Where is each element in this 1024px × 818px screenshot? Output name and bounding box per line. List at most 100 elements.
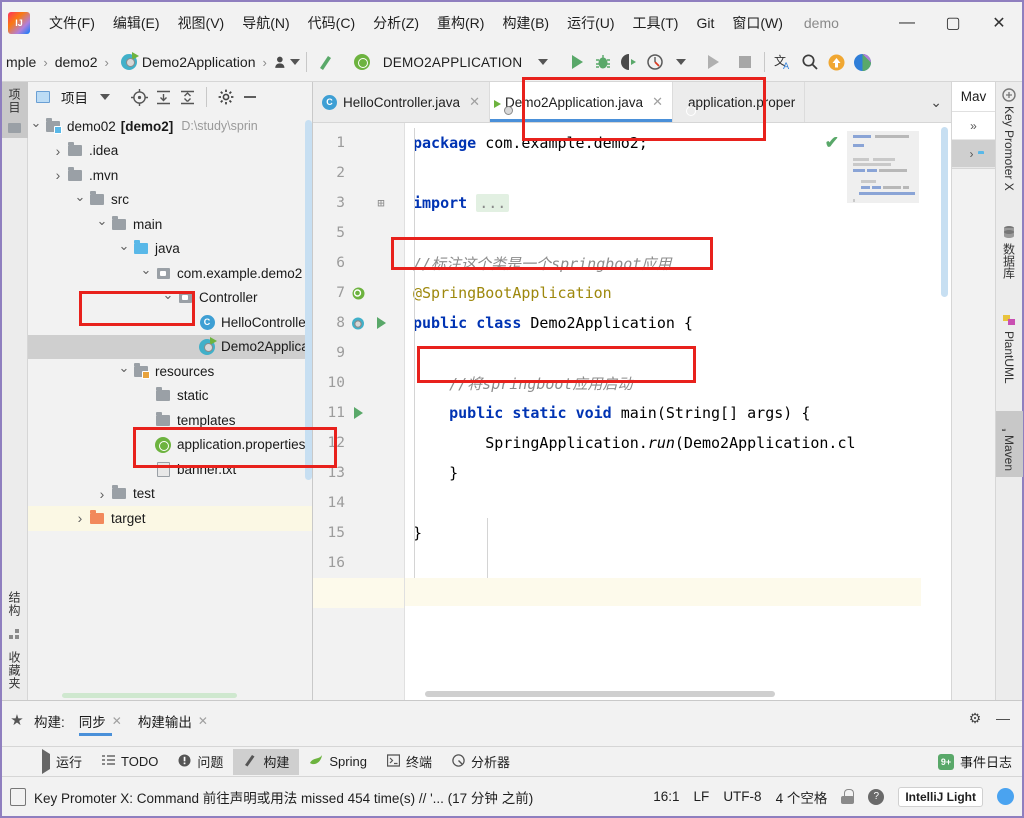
menu-navigate[interactable]: 导航(N) [233, 9, 298, 37]
tree-node-main[interactable]: main [28, 212, 312, 237]
bottom-tab-spring[interactable]: Spring [299, 749, 377, 775]
search-icon[interactable] [797, 49, 823, 75]
inspection-ok-icon[interactable]: ✔ [825, 133, 839, 153]
editor-tab-hellocontroller[interactable]: C HelloController.java ✕ [313, 82, 490, 122]
bottom-tab-terminal[interactable]: 终端 [377, 749, 442, 775]
debug-icon[interactable] [590, 49, 616, 75]
bottom-tab-build[interactable]: 构建 [233, 748, 300, 775]
menu-git[interactable]: Git [687, 11, 723, 35]
run-gutter-icon[interactable] [345, 407, 371, 419]
left-rail-project-group[interactable]: 项目 [1, 82, 28, 138]
build-tab-output[interactable]: 构建输出 ✕ [128, 705, 214, 731]
line-separator[interactable]: LF [694, 789, 710, 804]
chevron-down-icon[interactable] [28, 118, 44, 134]
bottom-tab-todo[interactable]: TODO [92, 749, 168, 775]
editor-tab-application-properties[interactable]: application.proper [673, 82, 806, 122]
expand-all-icon[interactable] [152, 86, 174, 108]
editor-vertical-scrollbar[interactable] [938, 123, 951, 686]
breadcrumb-demo2[interactable]: demo2 [55, 54, 98, 70]
breadcrumb-class[interactable]: Demo2Application [142, 54, 256, 70]
update-icon[interactable] [823, 49, 849, 75]
profile-icon[interactable] [642, 49, 668, 75]
caret-position[interactable]: 16:1 [653, 789, 679, 804]
tree-node-src[interactable]: src [28, 188, 312, 213]
project-tree[interactable]: demo02 [demo2] D:\study\sprin .idea .mvn [28, 112, 312, 700]
tree-node-demo2application[interactable]: Demo2Application [28, 334, 312, 359]
translate-icon[interactable]: 文A [771, 49, 797, 75]
code-editor[interactable]: 1 2 3 ⊞ 5 6 7 8 9 10 11 12 13 14 15 16 p… [313, 123, 951, 700]
left-rail-favorites-label[interactable]: 收藏夹 [6, 645, 23, 696]
maven-peek-panel[interactable]: Mav » › [952, 82, 995, 169]
code-minimap[interactable] [847, 131, 919, 203]
close-button[interactable]: ✕ [976, 2, 1022, 43]
run-gutter-icon[interactable] [371, 317, 391, 329]
chevron-right-icon[interactable] [94, 486, 110, 502]
file-encoding[interactable]: UTF-8 [723, 789, 761, 804]
code-text[interactable]: package com.example.demo2; import ... //… [405, 123, 951, 700]
menu-file[interactable]: 文件(F) [40, 9, 104, 37]
tree-node-idea[interactable]: .idea [28, 139, 312, 164]
hide-panel-icon[interactable]: — [990, 705, 1016, 731]
chevron-down-icon[interactable] [94, 216, 110, 232]
menu-edit[interactable]: 编辑(E) [104, 9, 169, 37]
close-icon[interactable]: ✕ [652, 94, 663, 110]
spring-boot-icon[interactable] [349, 49, 375, 75]
lock-icon[interactable] [841, 789, 855, 804]
inspection-profile-icon[interactable]: ? [868, 788, 885, 805]
chevron-down-icon[interactable] [116, 241, 132, 257]
run-coverage-icon[interactable] [616, 49, 642, 75]
left-rail-project-label[interactable]: 项目 [6, 82, 23, 120]
menu-build[interactable]: 构建(B) [493, 9, 558, 37]
chevron-down-icon[interactable] [72, 192, 88, 208]
chevron-right-icon[interactable] [50, 167, 66, 183]
build-tab-sync[interactable]: 同步 ✕ [69, 705, 128, 736]
locate-icon[interactable] [128, 86, 150, 108]
chevron-down-icon[interactable] [160, 290, 176, 306]
stop-icon[interactable] [732, 49, 758, 75]
tree-node-package[interactable]: com.example.demo2 [28, 261, 312, 286]
chevron-down-icon[interactable]: ⌄ [921, 82, 951, 122]
menu-run[interactable]: 运行(U) [558, 9, 623, 37]
editor-horizontal-scrollbar[interactable] [405, 687, 921, 700]
project-tree-scrollbar[interactable] [305, 120, 312, 480]
status-message[interactable]: Key Promoter X: Command 前往声明或用法 missed 4… [34, 787, 533, 807]
minimize-button[interactable]: — [884, 2, 930, 43]
collapse-all-icon[interactable] [176, 86, 198, 108]
spring-bean-icon[interactable] [345, 286, 371, 301]
tree-node-application-properties[interactable]: application.properties [28, 433, 312, 458]
hide-panel-icon[interactable] [239, 86, 261, 108]
tree-node-resources[interactable]: resources [28, 359, 312, 384]
tree-node-hellocontroller[interactable]: C HelloController [28, 310, 312, 335]
right-rail-plantuml[interactable]: PlantUML [1000, 307, 1018, 390]
tree-node-templates[interactable]: templates [28, 408, 312, 433]
run-configuration-selector[interactable]: DEMO2APPLICATION [375, 55, 530, 70]
event-log-button[interactable]: 9+ 事件日志 [937, 752, 1022, 771]
chevron-down-icon[interactable] [94, 86, 116, 108]
menu-view[interactable]: 视图(V) [169, 9, 234, 37]
maximize-button[interactable]: ▢ [930, 2, 976, 43]
close-icon[interactable]: ✕ [198, 714, 208, 728]
left-rail-structure-label[interactable]: 结构 [6, 585, 23, 623]
breadcrumb-module[interactable]: mple [6, 54, 36, 70]
right-rail-database[interactable]: 数据库 [999, 219, 1020, 285]
editor-gutter[interactable]: 1 2 3 ⊞ 5 6 7 8 9 10 11 12 13 14 15 16 [313, 123, 405, 700]
bottom-tab-profiler[interactable]: 分析器 [442, 749, 520, 775]
folded-imports[interactable]: ... [476, 194, 510, 212]
tree-node-test[interactable]: test [28, 482, 312, 507]
chevron-right-icon[interactable] [72, 510, 88, 526]
chevron-down-icon[interactable] [116, 363, 132, 379]
right-rail-key-promoter-x[interactable]: Key Promoter X [1000, 82, 1018, 197]
maven-peek-row[interactable]: › [952, 140, 995, 168]
tree-node-banner[interactable]: banner.txt [28, 457, 312, 482]
chevron-right-icon[interactable]: › [970, 147, 974, 161]
theme-toggle-icon[interactable] [997, 788, 1014, 805]
chevron-right-icon[interactable] [50, 143, 66, 159]
chevron-down-icon[interactable] [668, 49, 694, 75]
spring-run-icon[interactable] [345, 316, 371, 331]
menu-analyze[interactable]: 分析(Z) [364, 9, 428, 37]
close-icon[interactable]: ✕ [112, 714, 122, 728]
menu-window[interactable]: 窗口(W) [723, 9, 792, 37]
tree-node-java[interactable]: java [28, 237, 312, 262]
chevron-down-icon[interactable] [138, 265, 154, 281]
fold-expand-icon[interactable]: ⊞ [371, 196, 391, 210]
